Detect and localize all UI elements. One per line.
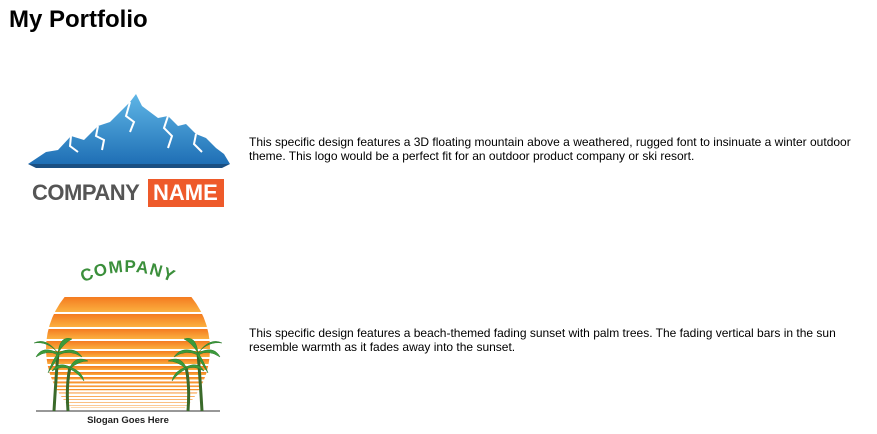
logo-company-text: COMPANY — [32, 180, 140, 205]
logo-company-text: COMPANY — [78, 257, 179, 286]
portfolio-item: COMPANY NAME This specific design featur… — [0, 90, 877, 215]
portfolio-item: COMPANY Slogan Goes Here This specific d… — [0, 255, 877, 426]
logo-slogan-text: Slogan Goes Here — [87, 415, 169, 426]
sunset-logo-image: COMPANY Slogan Goes Here — [33, 257, 223, 426]
logo-name-text: NAME — [153, 180, 218, 205]
mountain-logo-image: COMPANY NAME — [28, 94, 230, 207]
item-description: This specific design features a 3D float… — [249, 135, 851, 163]
page-title: My Portfolio — [9, 6, 148, 33]
item-description: This specific design features a beach-th… — [249, 326, 836, 354]
